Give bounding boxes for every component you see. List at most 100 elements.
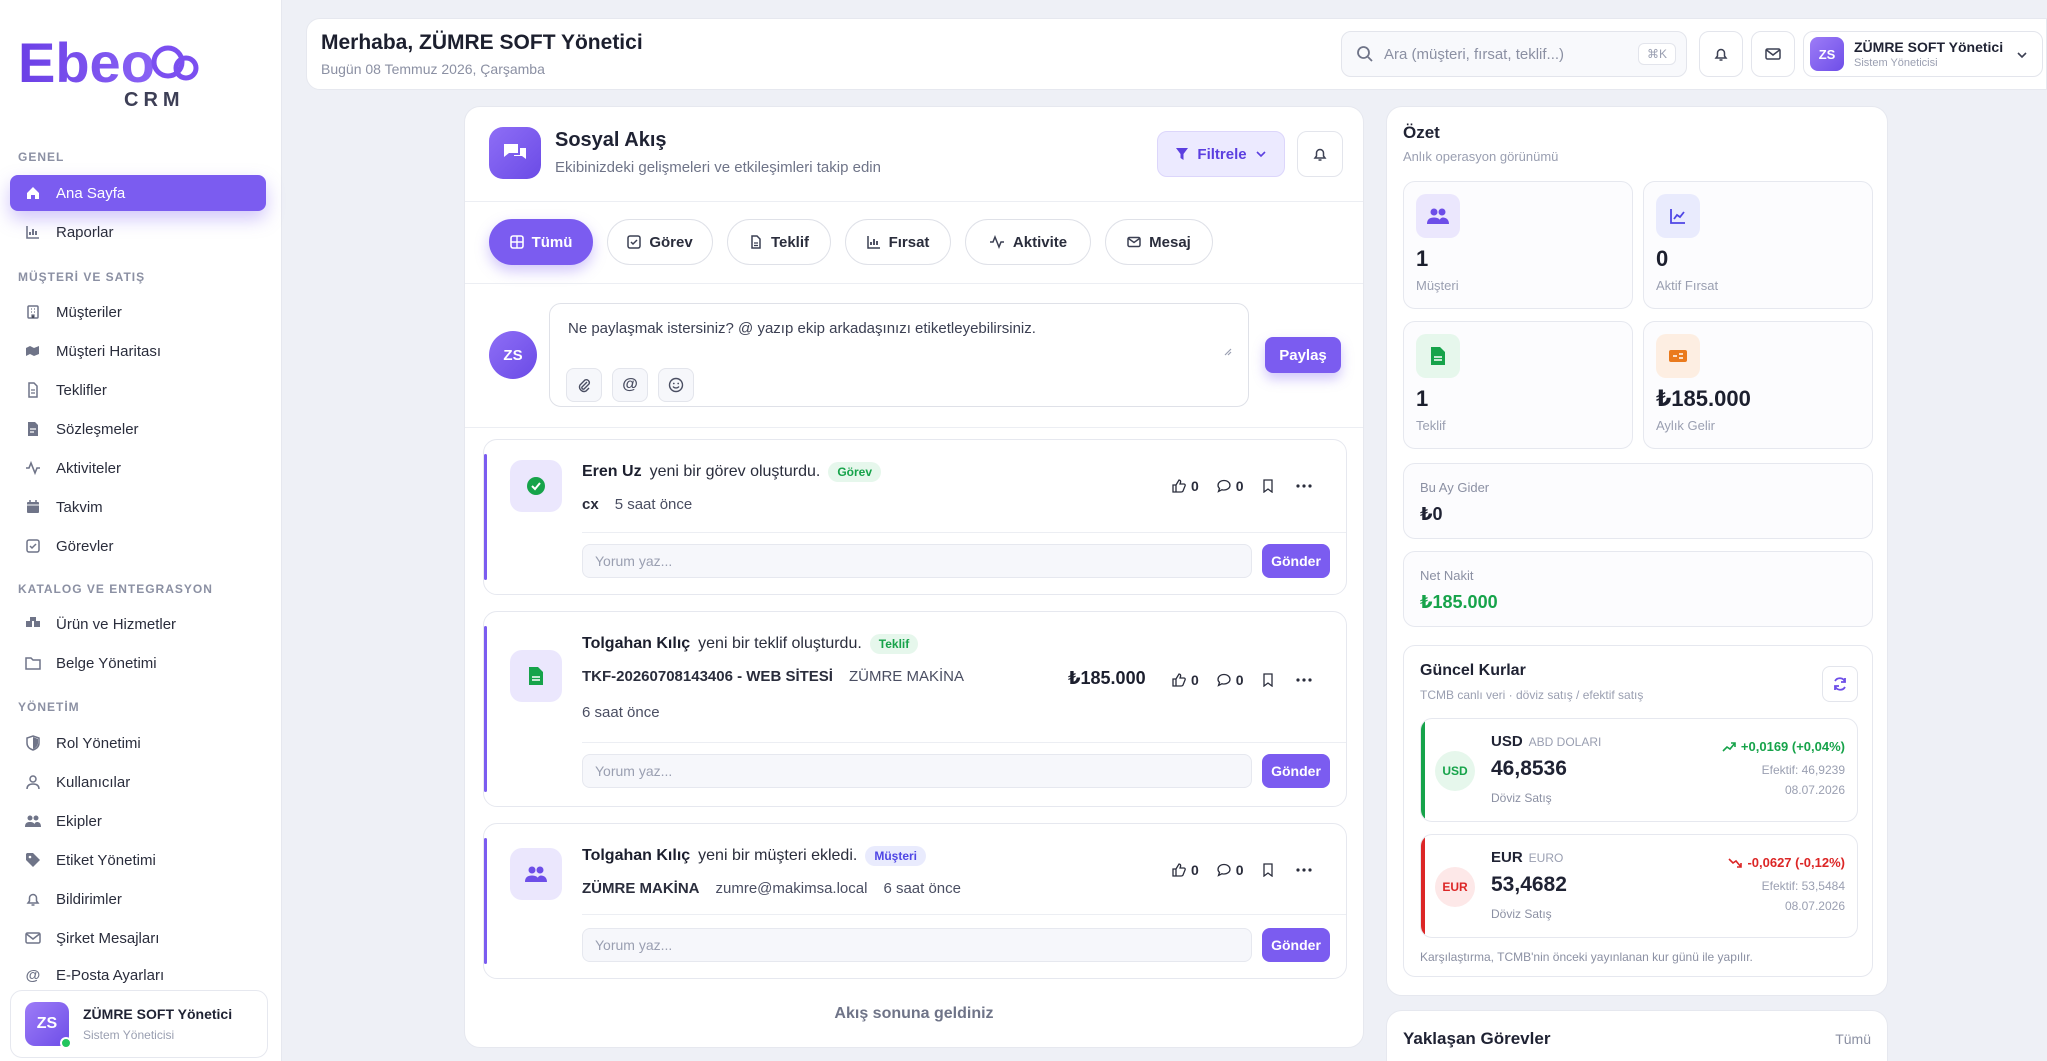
user-menu[interactable]: ZS ZÜMRE SOFT Yönetici Sistem Yöneticisi [1803, 31, 2043, 77]
more-options-button[interactable] [1295, 484, 1312, 488]
sidebar-item-label: Bildirimler [56, 890, 122, 908]
post-customer[interactable]: ZÜMRE MAKİNA [849, 668, 964, 685]
sidebar-item-label: Kullanıcılar [56, 773, 131, 791]
sidebar-item-label: Etiket Yönetimi [56, 851, 156, 869]
avatar-initials: ZS [1818, 46, 1836, 62]
comment-button[interactable]: 0 [1217, 862, 1244, 878]
rate-value-label: Döviz Satış [1491, 791, 1552, 805]
sidebar-item-etiket-yonetimi[interactable]: Etiket Yönetimi [10, 842, 266, 878]
expense-card[interactable]: Bu Ay Gider ₺0 [1403, 463, 1873, 539]
tab-mesaj[interactable]: Mesaj [1105, 219, 1213, 265]
sidebar-item-ekipler[interactable]: Ekipler [10, 803, 266, 839]
filter-button[interactable]: Filtrele [1157, 131, 1285, 177]
stat-card-aylik-gelir[interactable]: ₺185.000 Aylık Gelir [1643, 321, 1873, 449]
sidebar-item-takvim[interactable]: Takvim [10, 489, 266, 525]
sidebar-item-ana-sayfa[interactable]: Ana Sayfa [10, 175, 266, 211]
like-button[interactable]: 0 [1172, 672, 1199, 688]
chart-icon [1656, 194, 1700, 238]
sidebar-item-aktiviteler[interactable]: Aktiviteler [10, 450, 266, 486]
post-offer-title[interactable]: TKF-20260708143406 - WEB SİTESİ [582, 668, 833, 685]
post-type-icon [510, 460, 562, 512]
attach-file-button[interactable] [566, 368, 602, 402]
more-options-button[interactable] [1295, 868, 1312, 872]
thumbs-up-icon [1172, 479, 1186, 493]
net-cash-card[interactable]: Net Nakit ₺185.000 [1403, 551, 1873, 627]
like-button[interactable]: 0 [1172, 478, 1199, 494]
sidebar-item-musteri-haritasi[interactable]: Müşteri Haritası [10, 333, 266, 369]
tab-teklif[interactable]: Teklif [727, 219, 831, 265]
sidebar-user-card[interactable]: ZS ZÜMRE SOFT Yönetici Sistem Yöneticisi [10, 990, 268, 1058]
tab-aktivite[interactable]: Aktivite [965, 219, 1091, 265]
tab-gorev[interactable]: Görev [607, 219, 713, 265]
sidebar-item-raporlar[interactable]: Raporlar [10, 214, 266, 250]
more-options-button[interactable] [1295, 678, 1312, 682]
comment-input[interactable]: Yorum yaz... [582, 754, 1252, 788]
mention-button[interactable]: @ [612, 368, 648, 402]
bookmark-button[interactable] [1262, 479, 1274, 493]
comment-count: 0 [1235, 672, 1244, 688]
comment-input[interactable]: Yorum yaz... [582, 928, 1252, 962]
send-comment-button[interactable]: Gönder [1262, 754, 1330, 788]
post-task-name[interactable]: cx [582, 496, 599, 513]
view-all-tasks-link[interactable]: Tümü [1835, 1031, 1871, 1047]
sidebar-item-bildirimler[interactable]: Bildirimler [10, 881, 266, 917]
post-customer[interactable]: ZÜMRE MAKİNA [582, 880, 700, 897]
shield-icon [24, 734, 42, 752]
post-email[interactable]: zumre@makimsa.local [716, 880, 868, 897]
sidebar-item-teklifler[interactable]: Teklifler [10, 372, 266, 408]
sidebar-item-belge-yonetimi[interactable]: Belge Yönetimi [10, 645, 266, 681]
sidebar-item-label: Müşteri Haritası [56, 342, 162, 360]
feed-notifications-button[interactable] [1297, 131, 1343, 177]
share-button[interactable]: Paylaş [1265, 337, 1341, 373]
like-button[interactable]: 0 [1172, 862, 1199, 878]
post-composer-input[interactable]: Ne paylaşmak istersiniz? @ yazıp ekip ar… [549, 303, 1249, 407]
post-amount: ₺185.000 [1068, 668, 1146, 688]
activity-icon [989, 235, 1005, 249]
resize-handle-icon[interactable] [1222, 346, 1232, 356]
bookmark-button[interactable] [1262, 863, 1274, 877]
post-author[interactable]: Eren Uz [582, 463, 642, 481]
sidebar-item-kullanicilar[interactable]: Kullanıcılar [10, 764, 266, 800]
tab-firsat[interactable]: Fırsat [845, 219, 951, 265]
post-author[interactable]: Tolgahan Kılıç [582, 635, 690, 653]
trend-down-icon [1728, 857, 1743, 868]
avatar-initials: ZS [36, 1015, 58, 1032]
sidebar-item-sirket-mesajlari[interactable]: Şirket Mesajları [10, 920, 266, 956]
send-comment-button[interactable]: Gönder [1262, 928, 1330, 962]
boxes-icon [24, 615, 42, 633]
stat-card-aktif-firsat[interactable]: 0 Aktif Fırsat [1643, 181, 1873, 309]
refresh-rates-button[interactable] [1822, 666, 1858, 702]
post-time: 6 saat önce [582, 704, 660, 721]
stat-card-musteri[interactable]: 1 Müşteri [1403, 181, 1633, 309]
map-icon [24, 342, 42, 360]
rate-card-eur[interactable]: EUR EUR EURO 53,4682 Döviz Satış -0,0627 … [1420, 834, 1858, 938]
sidebar-item-gorevler[interactable]: Görevler [10, 528, 266, 564]
currency-code: USD ABD DOLARI [1491, 733, 1601, 750]
sidebar-item-urun-ve-hizmetler[interactable]: Ürün ve Hizmetler [10, 606, 266, 642]
rate-card-usd[interactable]: USD USD ABD DOLARI 46,8536 Döviz Satış +0… [1420, 718, 1858, 822]
comment-input[interactable]: Yorum yaz... [582, 544, 1252, 578]
sidebar-item-sozlesmeler[interactable]: Sözleşmeler [10, 411, 266, 447]
notifications-button[interactable] [1699, 31, 1743, 77]
post-author[interactable]: Tolgahan Kılıç [582, 847, 690, 865]
comment-button[interactable]: 0 [1217, 672, 1244, 688]
tab-tumu[interactable]: Tümü [489, 219, 593, 265]
messages-button[interactable] [1751, 31, 1795, 77]
sidebar-item-musteriler[interactable]: Müşteriler [10, 294, 266, 330]
search-input[interactable]: Ara (müşteri, fırsat, teklif...) ⌘K [1341, 31, 1687, 77]
emoji-button[interactable] [658, 368, 694, 402]
sidebar-item-e-posta-ayarlari[interactable]: @ E-Posta Ayarları [10, 957, 266, 993]
home-icon [24, 184, 42, 202]
sidebar-item-label: Rol Yönetimi [56, 734, 141, 752]
comment-icon [1217, 673, 1231, 687]
send-comment-button[interactable]: Gönder [1262, 544, 1330, 578]
app-logo[interactable]: Ebeo CRM [18, 28, 206, 112]
feed-post: Tolgahan Kılıç yeni bir teklif oluşturdu… [483, 611, 1347, 807]
sidebar-item-rol-yonetimi[interactable]: Rol Yönetimi [10, 725, 266, 761]
mail-icon [1765, 46, 1781, 62]
check-square-icon [627, 235, 642, 249]
bookmark-button[interactable] [1262, 673, 1274, 687]
stat-card-teklif[interactable]: 1 Teklif [1403, 321, 1633, 449]
comment-button[interactable]: 0 [1217, 478, 1244, 494]
chart-icon [866, 235, 881, 249]
